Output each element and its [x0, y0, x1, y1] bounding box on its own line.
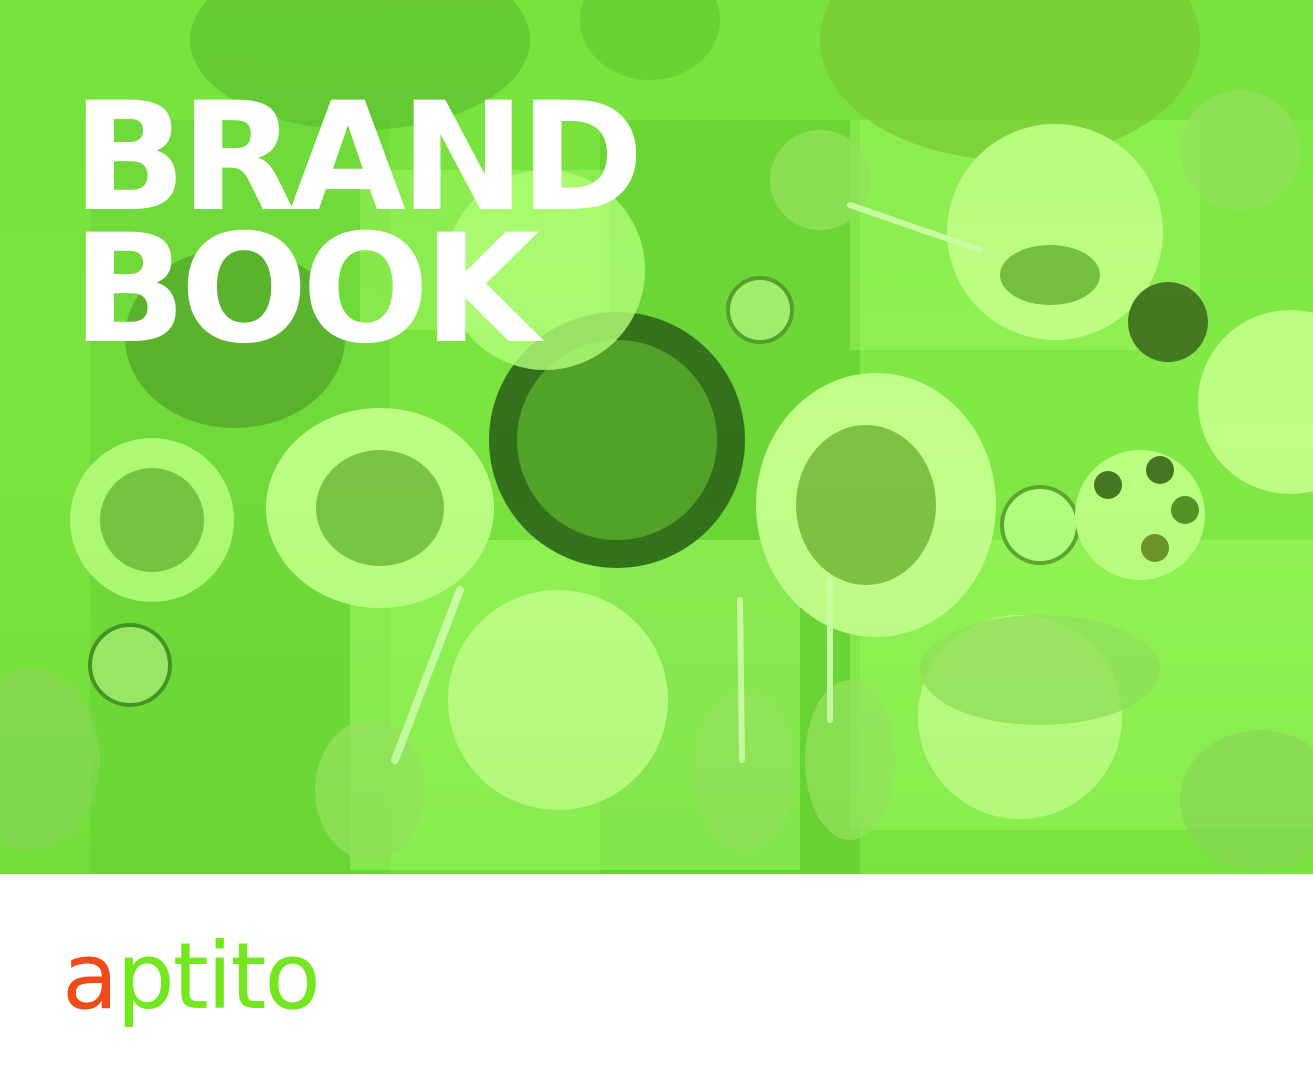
- brand-book-title: BRAND BOOK: [72, 83, 644, 365]
- aptito-logo: aptito: [62, 922, 321, 1032]
- footer: aptito: [0, 874, 1313, 1084]
- logo-first-letter: a: [62, 923, 118, 1030]
- logo-rest: ptito: [116, 923, 320, 1030]
- hero-photo: BRAND BOOK: [0, 0, 1313, 874]
- brand-book-cover: BRAND BOOK aptito: [0, 0, 1313, 1084]
